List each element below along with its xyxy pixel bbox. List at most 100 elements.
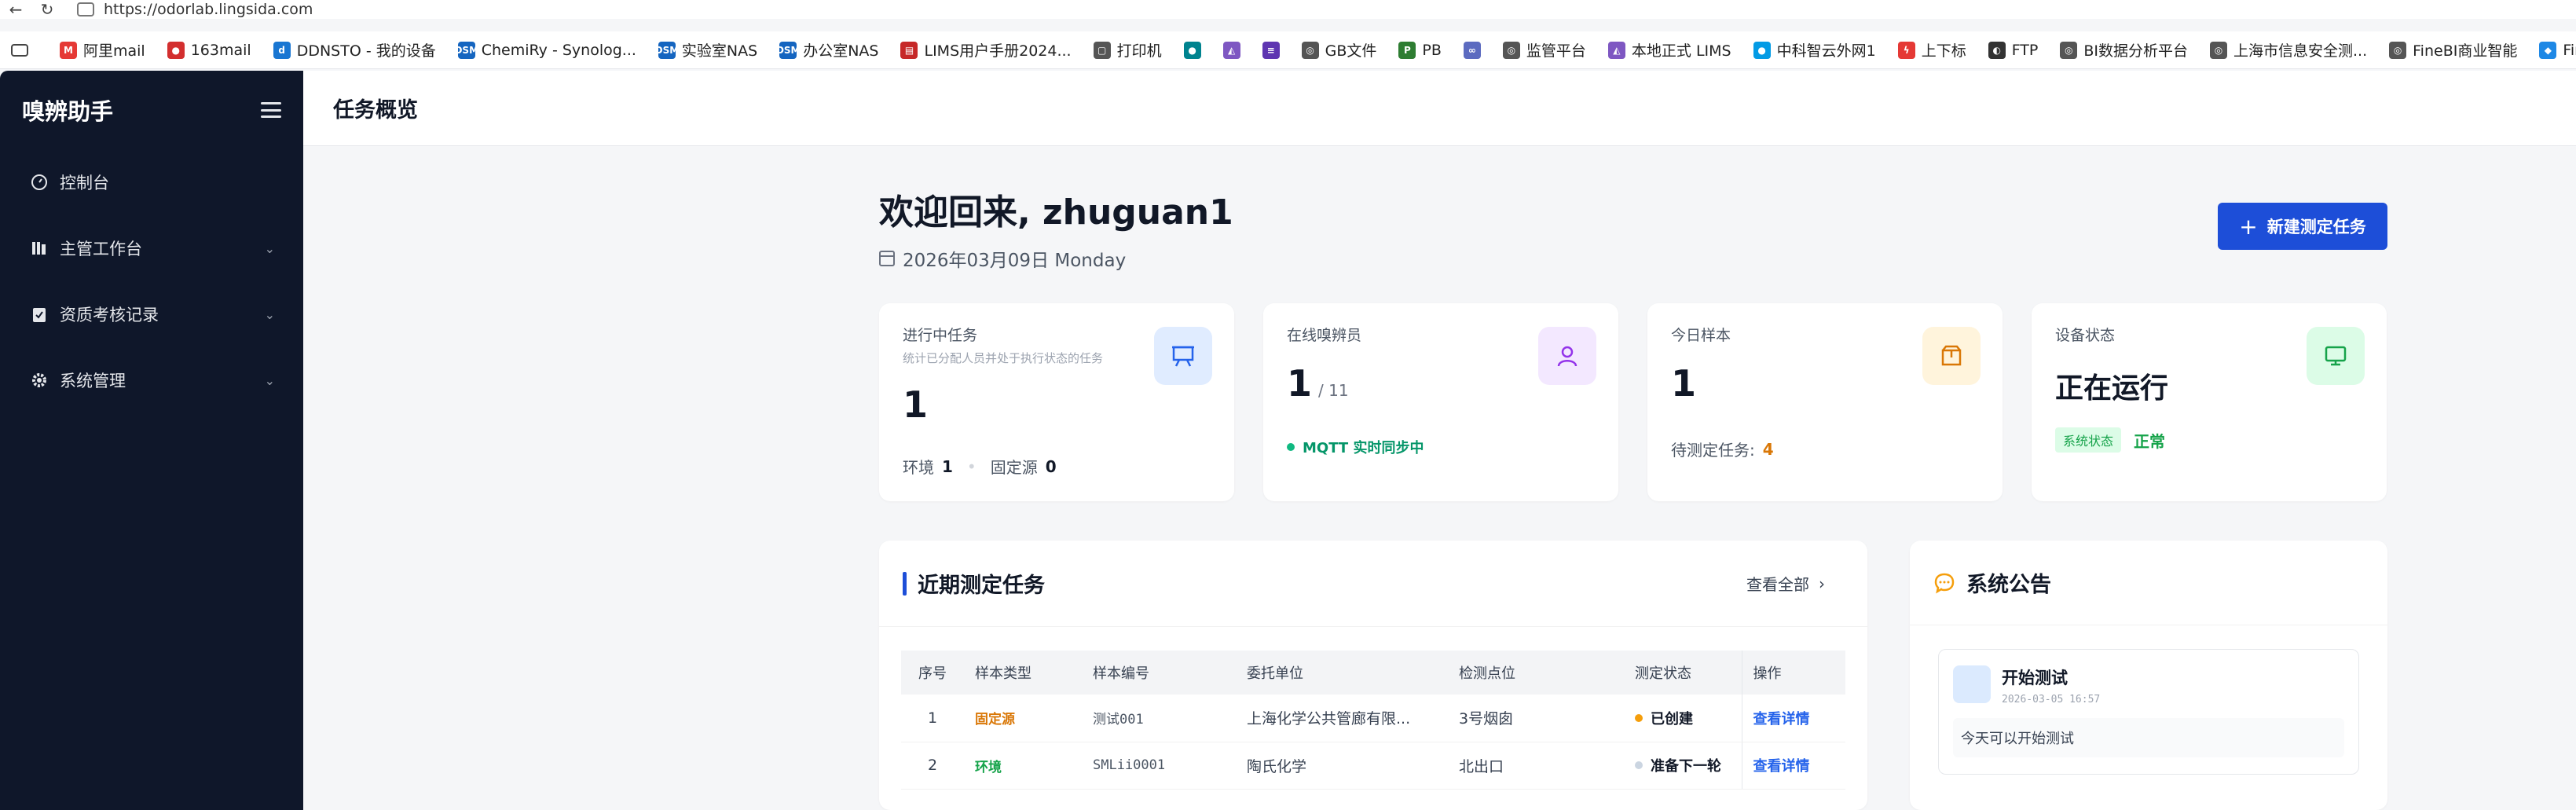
bookmark-item[interactable]: ◎ 上海市信息安全测... [2199,31,2378,68]
bookmark-item[interactable]: DSM 办公室NAS [768,31,889,68]
bookmark-item[interactable]: ◆ Fin [2528,31,2576,68]
bookmark-icon: ◭ [1222,41,1240,59]
separator-dot: • [966,456,977,476]
url-text[interactable]: https://odorlab.lingsida.com [104,1,313,18]
bookmark-item[interactable]: ● 163mail [156,31,262,68]
bookmark-item[interactable]: ◎ GB文件 [1291,31,1388,68]
announcement-body: 今天可以开始测试 [1953,718,2344,757]
chevron-down-icon: ⌄ [264,240,275,256]
dashboard-icon [30,173,49,192]
cell-sample-code: SMLii0001 [1082,742,1236,790]
bookmark-item[interactable]: ◎ BI数据分析平台 [2049,31,2199,68]
col-header: 样本类型 [964,651,1082,695]
table-row[interactable]: 1 固定源 测试001 上海化学公共管廊有限... 3号烟囱 已创建 查看详情 [901,695,1845,742]
cell-index: 2 [901,742,964,790]
panel-header: 系统公告 [1910,541,2387,625]
bookmark-icon: ● [1753,41,1771,59]
date-line: 2026年03月09日 Monday [879,245,1233,272]
recent-tasks-title: 近期测定任务 [918,574,1045,598]
bookmark-item[interactable]: ▤ LIMS用户手册2024... [889,31,1082,68]
bookmark-icon: ◎ [2210,41,2228,59]
table-header-row: 序号 样本类型 样本编号 委托单位 检测点位 测定状态 操作 [901,651,1845,695]
monitor-icon [2307,327,2365,385]
bookmark-item[interactable]: M 阿里mail [49,31,156,68]
bookmark-label: FineBI商业智能 [2413,42,2518,60]
stat-card-device[interactable]: 设备状态 正在运行 系统状态 正常 [2032,303,2387,501]
stat-card-samples[interactable]: 今日样本 1 待测定任务: 4 [1647,303,2003,501]
bookmark-item[interactable]: ϟ 上下标 [1887,31,1977,68]
bookmark-label: FTP [2011,41,2039,59]
sidebar: 嗅辨助手 控制台 主管工作台 ⌄ 资质考核记录 ⌄ 系统管理 ⌄ [0,71,303,810]
bookmark-item[interactable]: ◐ FTP [1977,31,2050,68]
cell-index: 1 [901,695,964,742]
bookmark-icon: d [273,41,291,59]
col-header: 检测点位 [1448,651,1624,695]
sample-type-tag: 环境 [975,759,1002,775]
announcement-card[interactable]: 开始测试 2026-03-05 16:57 今天可以开始测试 [1938,649,2359,775]
bookmark-label: PB [1422,41,1442,59]
view-details-link[interactable]: 查看详情 [1753,758,1810,775]
stat-value: 1 [1287,362,1313,405]
bookmark-item[interactable]: ● [1173,31,1212,68]
view-all-link[interactable]: 查看全部 › [1746,572,1825,595]
bookmarks-bar: M 阿里mail ● 163mail d DDNSTO - 我的设备 DSM ChemiRy … [0,31,2576,69]
pending-label: 待测定任务: [1671,441,1755,460]
bookmark-item[interactable]: P PB [1387,31,1453,68]
fixed-source-value: 0 [1045,456,1057,476]
bookmark-item[interactable]: ∞ [1453,31,1492,68]
announcement-avatar [1953,665,1991,703]
chevron-down-icon: ⌄ [264,306,275,322]
recent-tasks-panel: 近期测定任务 查看全部 › 序号 样本类型 样本编号 委托单位 检测点位 测定状… [879,541,1867,810]
back-arrow-icon[interactable]: ← [0,0,31,19]
table-row[interactable]: 2 环境 SMLii0001 陶氏化学 北出口 准备下一轮 查看详情 [901,742,1845,790]
main-content: 欢迎回来, zhuguan1 2026年03月09日 Monday + 新建测定… [303,146,2576,810]
sidebar-item-qualification[interactable]: 资质考核记录 ⌄ [0,281,303,347]
view-all-label: 查看全部 [1746,575,1809,594]
cell-point: 3号烟囱 [1448,695,1624,742]
bookmark-label: 打印机 [1116,42,1162,60]
reload-icon[interactable]: ↻ [31,0,63,19]
apps-icon[interactable] [0,31,39,68]
bookmark-item[interactable]: ◎ FineBI商业智能 [2378,31,2528,68]
stat-card-online[interactable]: 在线嗅辨员 1/ 11 MQTT 实时同步中 [1263,303,1618,501]
col-header: 样本编号 [1082,651,1236,695]
bookmark-icon: ◐ [1988,41,2006,59]
sidebar-item-workbench[interactable]: 主管工作台 ⌄ [0,215,303,281]
stat-footer: 系统状态 正常 [2055,427,2165,453]
pending-value: 4 [1762,439,1774,459]
current-date: 2026年03月09日 Monday [903,251,1127,271]
system-status-tag: 系统状态 [2055,427,2122,453]
view-details-link[interactable]: 查看详情 [1753,711,1810,728]
bookmark-item[interactable]: ◭ [1212,31,1251,68]
bookmark-label: 163mail [190,41,251,59]
cell-client: 上海化学公共管廊有限... [1236,695,1448,742]
bookmark-item[interactable]: DSM ChemiRy - Synolog... [447,31,647,68]
chevron-right-icon: › [1819,574,1825,593]
bookmark-item[interactable]: ● 中科智云外网1 [1742,31,1887,68]
status-text: 准备下一轮 [1651,758,1721,775]
sidebar-item-system[interactable]: 系统管理 ⌄ [0,347,303,413]
site-info-icon[interactable] [77,2,94,16]
browser-address-bar: ← ↻ https://odorlab.lingsida.com [0,0,2576,19]
user-icon [1538,327,1596,385]
app-title: 嗅辨助手 [22,98,114,125]
bookmark-icon: ▢ [1093,41,1111,59]
online-dot-icon [1287,443,1295,451]
announcements-title: 系统公告 [1966,573,2051,597]
bookmark-item[interactable]: ◎ 监管平台 [1492,31,1597,68]
cell-sample-type: 固定源 [964,695,1082,742]
bookmark-item[interactable]: d DDNSTO - 我的设备 [262,31,447,68]
new-task-button[interactable]: + 新建测定任务 [2218,203,2387,250]
bookmark-item[interactable]: ≡ [1251,31,1291,68]
bookmark-item[interactable]: ▢ 打印机 [1083,31,1173,68]
bookmark-label: Fin [2563,41,2576,59]
bookmark-item[interactable]: ◭ 本地正式 LIMS [1597,31,1742,68]
stat-card-in-progress[interactable]: 进行中任务 统计已分配人员并处于执行状态的任务 1 环境 1 • 固定源 0 [879,303,1234,501]
bookmark-item[interactable]: DSM 实验室NAS [647,31,768,68]
announcements-panel: 系统公告 开始测试 2026-03-05 16:57 今天可以开始测试 [1910,541,2387,810]
package-icon [1922,327,1981,385]
panel-header: 近期测定任务 查看全部 › [879,541,1867,627]
menu-toggle-icon[interactable] [261,102,281,118]
cell-point: 北出口 [1448,742,1624,790]
sidebar-item-dashboard[interactable]: 控制台 [0,149,303,215]
